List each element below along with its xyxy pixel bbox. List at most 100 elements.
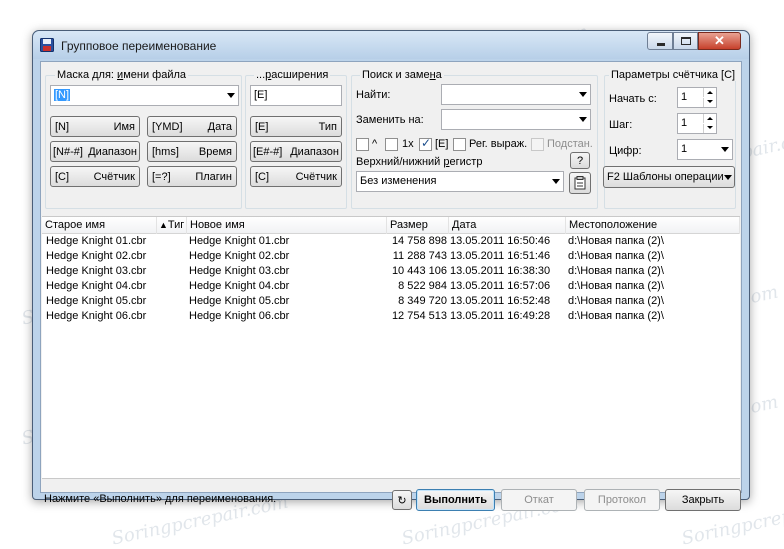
extension-input-value: [E] bbox=[254, 89, 268, 101]
chevron-down-icon bbox=[579, 92, 587, 97]
cell-size: 12 754 513 bbox=[391, 310, 447, 322]
cell-old: Hedge Knight 04.cbr bbox=[46, 280, 147, 292]
multi-rename-window: Групповое переименование ✕ Маска для: им… bbox=[32, 30, 750, 511]
search-replace-group: Поиск и замена Найти: Заменить на: ^ 1x … bbox=[351, 69, 598, 209]
spin-up-icon[interactable] bbox=[703, 88, 716, 97]
close-window-button[interactable]: ✕ bbox=[698, 32, 741, 50]
cell-new: Hedge Knight 06.cbr bbox=[189, 310, 290, 322]
templates-button[interactable]: F2 Шаблоны операции bbox=[603, 166, 735, 188]
log-button[interactable]: Протокол bbox=[584, 489, 660, 511]
undo-button[interactable]: Откат bbox=[501, 489, 577, 511]
caret-label: ^ bbox=[372, 138, 378, 150]
cell-new: Hedge Knight 04.cbr bbox=[189, 280, 290, 292]
reload-button[interactable]: ↻ bbox=[392, 490, 412, 510]
digits-select[interactable]: 1 bbox=[677, 139, 733, 160]
once-checkbox[interactable] bbox=[385, 138, 398, 151]
cell-path: d:\Новая папка (2)\ bbox=[568, 265, 664, 277]
col-path[interactable]: Местоположение bbox=[566, 217, 740, 234]
subst-checkbox[interactable] bbox=[531, 138, 544, 151]
col-old-name[interactable]: Старое имя bbox=[42, 217, 157, 234]
run-button[interactable]: Выполнить bbox=[416, 489, 495, 511]
table-row[interactable]: Hedge Knight 02.cbr Hedge Knight 02.cbr 11… bbox=[42, 250, 740, 265]
table-row[interactable]: Hedge Knight 05.cbr Hedge Knight 05.cbr 8 … bbox=[42, 295, 740, 310]
spin-up-icon[interactable] bbox=[703, 114, 716, 123]
spin-down-icon[interactable] bbox=[703, 124, 716, 133]
start-label: Начать с: bbox=[609, 93, 657, 105]
mask-date-button[interactable]: [YMD] Дата bbox=[147, 116, 237, 137]
cell-old: Hedge Knight 03.cbr bbox=[46, 265, 147, 277]
dialog-client: Маска для: имени файла [N] [N] Имя [YMD] Д… bbox=[40, 61, 742, 511]
step-spinner[interactable]: 1 bbox=[677, 113, 717, 134]
cell-new: Hedge Knight 05.cbr bbox=[189, 295, 290, 307]
ext-counter-button[interactable]: [C] Счётчик bbox=[250, 166, 342, 187]
chevron-down-icon bbox=[723, 174, 732, 180]
refresh-icon: ↻ bbox=[397, 494, 407, 507]
cell-old: Hedge Knight 05.cbr bbox=[46, 295, 147, 307]
cell-date: 13.05.2011 16:52:48 bbox=[450, 295, 551, 307]
cell-path: d:\Новая папка (2)\ bbox=[568, 295, 664, 307]
cell-old: Hedge Knight 01.cbr bbox=[46, 235, 147, 247]
chevron-down-icon bbox=[552, 179, 560, 184]
replace-input[interactable] bbox=[441, 109, 591, 130]
status-bar: Нажмите «Выполнить» для переименования. … bbox=[42, 480, 741, 511]
maximize-icon bbox=[681, 37, 691, 45]
close-button[interactable]: Закрыть bbox=[665, 489, 741, 511]
caret-checkbox[interactable] bbox=[356, 138, 369, 151]
cell-path: d:\Новая папка (2)\ bbox=[568, 310, 664, 322]
step-label: Шаг: bbox=[609, 119, 633, 131]
table-row[interactable]: Hedge Knight 04.cbr Hedge Knight 04.cbr 8 … bbox=[42, 280, 740, 295]
file-list[interactable]: Старое имя ▲Тиг Новое имя Размер Дата Ме… bbox=[42, 216, 740, 479]
case-label: Верхний/нижний регистр bbox=[356, 156, 483, 168]
table-row[interactable]: Hedge Knight 01.cbr Hedge Knight 01.cbr 14… bbox=[42, 235, 740, 250]
mask-counter-button[interactable]: [C] Счётчик bbox=[50, 166, 140, 187]
minimize-icon bbox=[657, 43, 665, 46]
chevron-down-icon bbox=[227, 93, 235, 98]
spin-down-icon[interactable] bbox=[703, 98, 716, 107]
cell-size: 11 288 743 bbox=[392, 250, 447, 262]
extension-group-label: ...расширения bbox=[254, 69, 331, 81]
col-type[interactable]: ▲Тиг bbox=[157, 217, 187, 234]
mask-time-button[interactable]: [hms] Время bbox=[147, 141, 237, 162]
case-select[interactable]: Без изменения bbox=[356, 171, 564, 192]
regex-checkbox[interactable] bbox=[453, 138, 466, 151]
edit-list-button[interactable] bbox=[569, 172, 591, 194]
find-input[interactable] bbox=[441, 84, 591, 105]
cell-date: 13.05.2011 16:49:28 bbox=[450, 310, 551, 322]
chevron-down-icon bbox=[721, 147, 729, 152]
table-row[interactable]: Hedge Knight 06.cbr Hedge Knight 06.cbr 12… bbox=[42, 310, 740, 325]
col-size[interactable]: Размер bbox=[387, 217, 449, 234]
extension-input[interactable]: [E] bbox=[250, 85, 342, 106]
digits-label: Цифр: bbox=[609, 145, 642, 157]
ext-checkbox[interactable] bbox=[419, 136, 432, 151]
replace-label: Заменить на: bbox=[356, 114, 424, 126]
start-spinner[interactable]: 1 bbox=[677, 87, 717, 108]
sort-up-icon: ▲ bbox=[159, 220, 168, 230]
once-label: 1x bbox=[402, 138, 414, 150]
mask-plugin-button[interactable]: [=?] Плагин bbox=[147, 166, 237, 187]
cell-date: 13.05.2011 16:57:06 bbox=[450, 280, 551, 292]
cell-size: 8 522 984 bbox=[398, 280, 447, 292]
col-new-name[interactable]: Новое имя bbox=[187, 217, 387, 234]
cell-date: 13.05.2011 16:51:46 bbox=[450, 250, 551, 262]
regex-label: Рег. выраж. bbox=[469, 138, 528, 150]
mask-range-button[interactable]: [N#-#] Диапазон bbox=[50, 141, 140, 162]
window-title: Групповое переименование bbox=[61, 39, 217, 53]
title-bar[interactable]: Групповое переименование ✕ bbox=[33, 31, 749, 59]
cell-date: 13.05.2011 16:50:46 bbox=[450, 235, 551, 247]
ext-type-button[interactable]: [E] Тип bbox=[250, 116, 342, 137]
maximize-button[interactable] bbox=[673, 32, 698, 50]
table-row[interactable]: Hedge Knight 03.cbr Hedge Knight 03.cbr 10… bbox=[42, 265, 740, 280]
mask-input[interactable]: [N] bbox=[50, 85, 239, 106]
cell-new: Hedge Knight 02.cbr bbox=[189, 250, 290, 262]
cell-size: 8 349 720 bbox=[398, 295, 447, 307]
cell-size: 10 443 106 bbox=[391, 265, 447, 277]
help-button[interactable]: ? bbox=[570, 152, 590, 169]
minimize-button[interactable] bbox=[647, 32, 673, 50]
mask-name-button[interactable]: [N] Имя bbox=[50, 116, 140, 137]
ext-range-button[interactable]: [E#-#] Диапазон bbox=[250, 141, 342, 162]
status-text: Нажмите «Выполнить» для переименования. bbox=[44, 493, 277, 505]
col-date[interactable]: Дата bbox=[449, 217, 566, 234]
clipboard-icon bbox=[574, 176, 586, 190]
file-list-header: Старое имя ▲Тиг Новое имя Размер Дата Ме… bbox=[42, 217, 740, 234]
counter-group-label: Параметры счётчика [C] bbox=[609, 69, 738, 81]
